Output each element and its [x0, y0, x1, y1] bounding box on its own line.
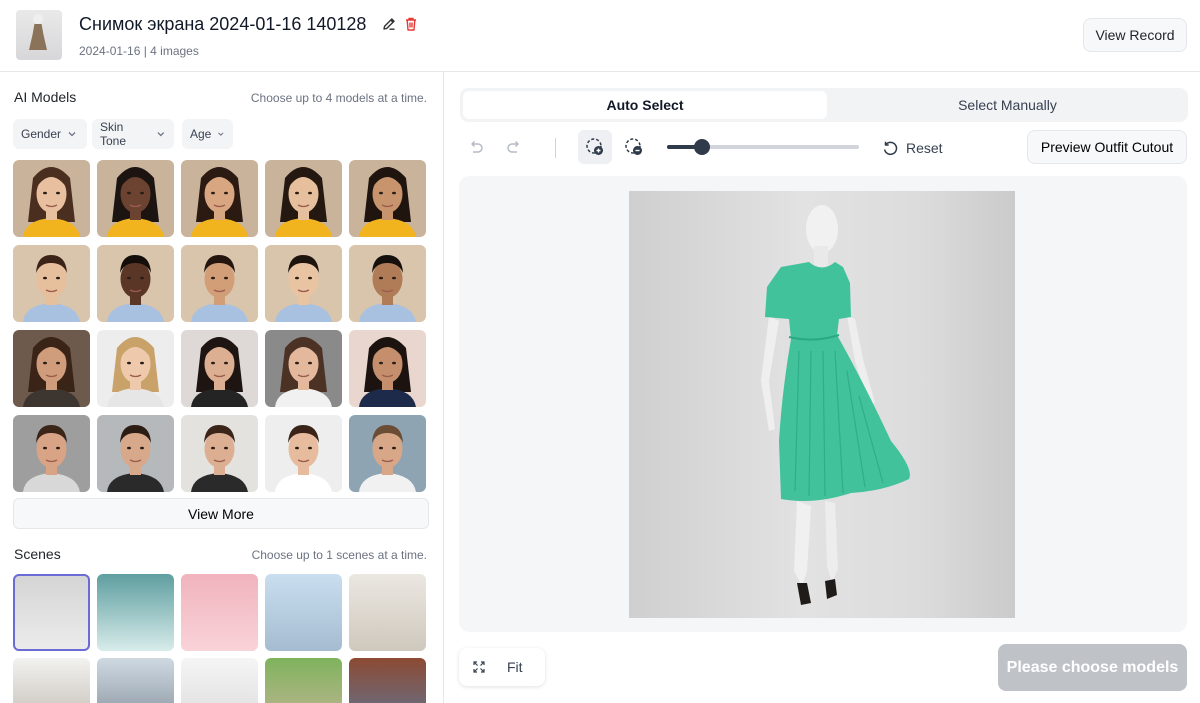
- model-tile[interactable]: [349, 160, 426, 237]
- model-tile[interactable]: [181, 330, 258, 407]
- model-portrait: [23, 255, 80, 322]
- redo-icon[interactable]: [497, 130, 531, 164]
- brush-size-slider[interactable]: [667, 139, 859, 155]
- model-portrait: [359, 425, 416, 492]
- scene-grid: [13, 574, 429, 703]
- model-portrait: [23, 425, 80, 492]
- reset-icon: [883, 141, 898, 155]
- model-portrait: [359, 167, 416, 237]
- model-tile[interactable]: [13, 415, 90, 492]
- chevron-down-icon: [218, 132, 224, 136]
- tab-auto-select[interactable]: Auto Select: [463, 91, 827, 119]
- model-tile[interactable]: [349, 245, 426, 322]
- model-tile[interactable]: [97, 415, 174, 492]
- model-tile[interactable]: [265, 415, 342, 492]
- project-thumbnail[interactable]: [16, 10, 62, 60]
- reset-label: Reset: [906, 140, 943, 156]
- model-portrait: [275, 167, 332, 237]
- model-portrait: [23, 167, 80, 237]
- expand-icon: [473, 661, 485, 673]
- model-portrait: [275, 337, 332, 407]
- model-portrait: [275, 255, 332, 322]
- scene-tile[interactable]: [181, 574, 258, 651]
- scene-tile[interactable]: [265, 574, 342, 651]
- scene-tile[interactable]: [97, 574, 174, 651]
- age-filter-label: Age: [190, 127, 212, 141]
- model-tile[interactable]: [349, 415, 426, 492]
- model-portrait: [359, 255, 416, 322]
- model-portrait: [191, 337, 248, 407]
- toolbar-divider: [555, 138, 556, 158]
- model-tile[interactable]: [13, 160, 90, 237]
- scenes-title: Scenes: [14, 546, 61, 562]
- model-portrait: [107, 167, 164, 237]
- left-panel: AI Models Choose up to 4 models at a tim…: [0, 72, 444, 703]
- model-tile[interactable]: [349, 330, 426, 407]
- subtract-selection-icon[interactable]: [617, 130, 651, 164]
- model-tile[interactable]: [181, 245, 258, 322]
- reset-button[interactable]: Reset: [882, 136, 943, 160]
- project-title: Снимок экрана 2024-01-16 140128: [79, 14, 367, 34]
- trash-icon[interactable]: [403, 16, 419, 32]
- scene-tile[interactable]: [97, 658, 174, 703]
- selection-mode-tabs: Auto Select Select Manually: [460, 88, 1188, 122]
- age-filter[interactable]: Age: [182, 119, 233, 149]
- ai-models-title: AI Models: [14, 89, 77, 105]
- mannequin-dress-image: [761, 205, 910, 605]
- model-portrait: [23, 337, 80, 407]
- model-portrait: [191, 425, 248, 492]
- undo-icon[interactable]: [459, 130, 493, 164]
- scene-tile[interactable]: [349, 574, 426, 651]
- choose-models-button[interactable]: Please choose models: [998, 644, 1187, 691]
- model-tile[interactable]: [97, 160, 174, 237]
- gender-filter[interactable]: Gender: [13, 119, 87, 149]
- model-tile[interactable]: [265, 245, 342, 322]
- ai-models-hint: Choose up to 4 models at a time.: [250, 91, 427, 105]
- chevron-down-icon: [68, 132, 76, 137]
- model-portrait: [191, 255, 248, 322]
- view-record-button[interactable]: View Record: [1083, 18, 1187, 52]
- skin-tone-filter[interactable]: Skin Tone: [92, 119, 174, 149]
- model-portrait: [191, 167, 248, 237]
- scene-tile[interactable]: [13, 574, 90, 651]
- add-selection-icon[interactable]: [578, 130, 612, 164]
- scene-tile[interactable]: [349, 658, 426, 703]
- fit-label: Fit: [507, 659, 523, 675]
- model-portrait: [359, 337, 416, 407]
- editor-canvas[interactable]: [459, 176, 1187, 632]
- editor-panel: Auto Select Select Manually Reset Previe…: [445, 72, 1200, 703]
- preview-outfit-cutout-button[interactable]: Preview Outfit Cutout: [1027, 130, 1187, 164]
- view-more-button[interactable]: View More: [13, 498, 429, 529]
- tab-select-manually[interactable]: Select Manually: [830, 91, 1185, 119]
- model-tile[interactable]: [265, 330, 342, 407]
- model-tile[interactable]: [13, 330, 90, 407]
- model-tile[interactable]: [181, 160, 258, 237]
- skin-tone-filter-label: Skin Tone: [100, 120, 127, 148]
- scenes-hint: Choose up to 1 scenes at a time.: [251, 548, 427, 562]
- pencil-icon[interactable]: [381, 16, 397, 32]
- scene-tile[interactable]: [181, 658, 258, 703]
- model-tile[interactable]: [13, 245, 90, 322]
- brush-size-handle[interactable]: [693, 139, 710, 155]
- garment-photo[interactable]: [629, 191, 1015, 618]
- model-portrait: [107, 337, 164, 407]
- model-tile[interactable]: [97, 330, 174, 407]
- model-tile[interactable]: [97, 245, 174, 322]
- model-portrait: [107, 425, 164, 492]
- model-portrait: [275, 425, 332, 492]
- chevron-down-icon: [157, 132, 165, 137]
- project-subtitle: 2024-01-16 | 4 images: [79, 44, 199, 58]
- model-tile[interactable]: [265, 160, 342, 237]
- fit-button[interactable]: Fit: [459, 648, 545, 686]
- scene-tile[interactable]: [265, 658, 342, 703]
- model-tile[interactable]: [181, 415, 258, 492]
- gender-filter-label: Gender: [21, 127, 62, 141]
- header: Снимок экрана 2024-01-16 140128 2024-01-…: [0, 0, 1200, 72]
- scene-tile[interactable]: [13, 658, 90, 703]
- model-portrait: [107, 255, 164, 322]
